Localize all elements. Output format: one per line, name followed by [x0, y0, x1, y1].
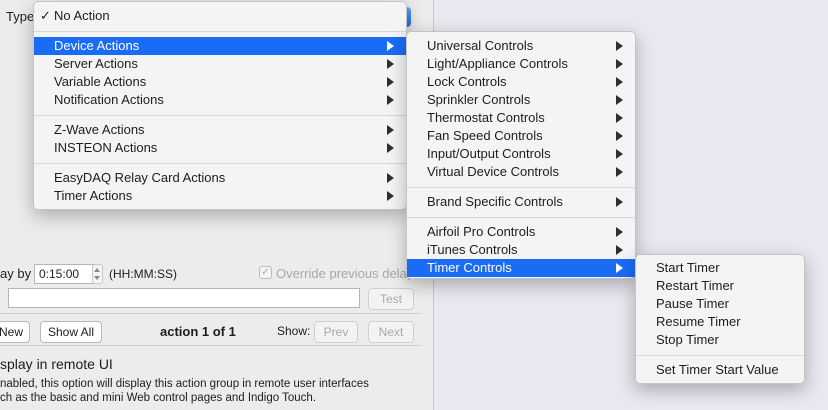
submenu-arrow-icon [387, 59, 394, 69]
delay-stepper[interactable] [92, 264, 103, 284]
delay-time-field[interactable]: 0:15:00 [34, 264, 94, 284]
menu-item-universal-controls[interactable]: Universal Controls [407, 37, 635, 55]
menu-separator [407, 187, 635, 188]
menu-item-timer-actions[interactable]: Timer Actions [34, 187, 406, 205]
submenu-arrow-icon [616, 41, 623, 51]
menu-item-brand-specific-controls[interactable]: Brand Specific Controls [407, 193, 635, 211]
submenu-arrow-icon [616, 131, 623, 141]
submenu-arrow-icon [387, 173, 394, 183]
menu-item-pause-timer[interactable]: Pause Timer [636, 295, 804, 313]
new-button[interactable]: New [0, 321, 30, 343]
menu-item-fan-speed-controls[interactable]: Fan Speed Controls [407, 127, 635, 145]
menu-item-airfoil-pro-controls[interactable]: Airfoil Pro Controls [407, 223, 635, 241]
remote-ui-description: ch as the basic and mini Web control pag… [0, 392, 317, 404]
submenu-arrow-icon [616, 263, 623, 273]
type-label: Type [6, 9, 35, 24]
menu-item-itunes-controls[interactable]: iTunes Controls [407, 241, 635, 259]
menu-separator [407, 217, 635, 218]
menu-item-input-output-controls[interactable]: Input/Output Controls [407, 145, 635, 163]
menu-separator [34, 115, 406, 116]
override-delay-checkbox[interactable]: ✓ [259, 266, 272, 279]
submenu-arrow-icon [387, 191, 394, 201]
menu-item-zwave-actions[interactable]: Z-Wave Actions [34, 121, 406, 139]
menu-item-light-appliance-controls[interactable]: Light/Appliance Controls [407, 55, 635, 73]
device-actions-submenu: Universal Controls Light/Appliance Contr… [406, 31, 636, 279]
menu-item-set-timer-start-value[interactable]: Set Timer Start Value [636, 361, 804, 379]
show-all-button[interactable]: Show All [40, 321, 102, 343]
divider [0, 345, 421, 346]
override-delay-label: Override previous delay [276, 266, 414, 281]
menu-item-resume-timer[interactable]: Resume Timer [636, 313, 804, 331]
delay-format-label: (HH:MM:SS) [109, 267, 177, 281]
menu-separator [636, 355, 804, 356]
submenu-arrow-icon [616, 167, 623, 177]
menu-separator [34, 163, 406, 164]
type-menu: ✓ No Action Device Actions Server Action… [33, 1, 407, 210]
submenu-arrow-icon [616, 197, 623, 207]
menu-separator [34, 31, 406, 32]
menu-item-lock-controls[interactable]: Lock Controls [407, 73, 635, 91]
action-counter: action 1 of 1 [160, 324, 236, 339]
menu-item-virtual-device-controls[interactable]: Virtual Device Controls [407, 163, 635, 181]
menu-item-stop-timer[interactable]: Stop Timer [636, 331, 804, 349]
next-button[interactable]: Next [368, 321, 414, 343]
test-button[interactable]: Test [368, 288, 414, 310]
menu-item-insteon-actions[interactable]: INSTEON Actions [34, 139, 406, 157]
submenu-arrow-icon [616, 113, 623, 123]
submenu-arrow-icon [387, 95, 394, 105]
submenu-arrow-icon [616, 149, 623, 159]
submenu-arrow-icon [387, 77, 394, 87]
timer-controls-submenu: Start Timer Restart Timer Pause Timer Re… [635, 254, 805, 384]
remote-ui-description: nabled, this option will display this ac… [0, 378, 369, 390]
submenu-arrow-icon [616, 245, 623, 255]
script-input-field[interactable] [8, 288, 360, 308]
menu-item-easydaq-actions[interactable]: EasyDAQ Relay Card Actions [34, 169, 406, 187]
menu-item-restart-timer[interactable]: Restart Timer [636, 277, 804, 295]
remote-ui-heading: splay in remote UI [0, 356, 113, 372]
submenu-arrow-icon [387, 41, 394, 51]
submenu-arrow-icon [616, 59, 623, 69]
submenu-arrow-icon [387, 143, 394, 153]
menu-item-variable-actions[interactable]: Variable Actions [34, 73, 406, 91]
menu-item-device-actions[interactable]: Device Actions [34, 37, 406, 55]
delay-label: ay by [0, 266, 32, 281]
divider [0, 313, 421, 314]
menu-item-no-action[interactable]: ✓ No Action [34, 7, 406, 25]
show-label: Show: [277, 324, 311, 338]
menu-item-server-actions[interactable]: Server Actions [34, 55, 406, 73]
menu-item-sprinkler-controls[interactable]: Sprinkler Controls [407, 91, 635, 109]
menu-item-notification-actions[interactable]: Notification Actions [34, 91, 406, 109]
prev-button[interactable]: Prev [314, 321, 358, 343]
submenu-arrow-icon [616, 227, 623, 237]
submenu-arrow-icon [616, 77, 623, 87]
checkmark-icon: ✓ [40, 8, 51, 23]
submenu-arrow-icon [616, 95, 623, 105]
menu-item-timer-controls[interactable]: Timer Controls [407, 259, 635, 277]
menu-item-start-timer[interactable]: Start Timer [636, 259, 804, 277]
menu-item-thermostat-controls[interactable]: Thermostat Controls [407, 109, 635, 127]
submenu-arrow-icon [387, 125, 394, 135]
